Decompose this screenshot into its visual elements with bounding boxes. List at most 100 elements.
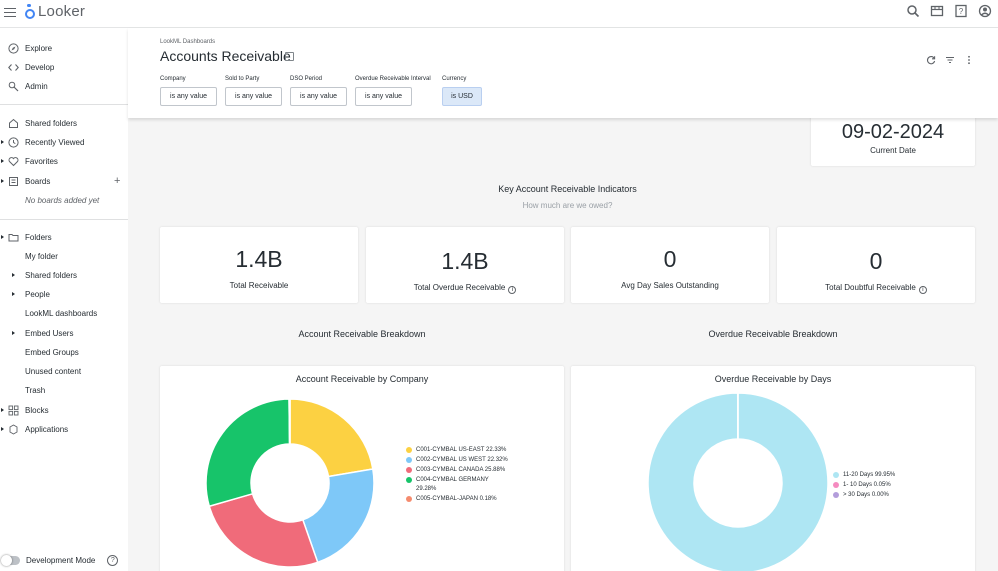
legend-label: C003-CYMBAL CANADA 25.88% [416, 467, 506, 473]
legend-item[interactable]: 11-20 Days 99.95% [833, 471, 895, 480]
search-icon[interactable] [906, 4, 920, 18]
kpi-value: 0 [869, 248, 883, 274]
donut-slice-4[interactable] [205, 398, 291, 508]
marketplace-icon[interactable] [930, 4, 944, 18]
donut-slice-3[interactable] [208, 492, 319, 568]
sidebar-item-favorites[interactable]: Favorites [0, 153, 128, 169]
development-mode-toggle[interactable] [1, 554, 20, 566]
expand-caret-icon[interactable] [12, 331, 15, 335]
filter-overdue-interval-input[interactable]: is any value [355, 87, 412, 106]
sidebar: Explore Develop Admin Shared folders Rec… [0, 28, 128, 571]
sidebar-item-boards[interactable]: Boards + [0, 173, 128, 189]
sidebar-item-recently-viewed[interactable]: Recently Viewed [0, 134, 128, 150]
legend-swatch [833, 472, 839, 478]
code-icon [8, 62, 19, 73]
kpi-value: 0 [663, 246, 677, 272]
legend-swatch [406, 477, 412, 483]
sidebar-item-folders[interactable]: Folders [0, 229, 128, 245]
donut-slice-1[interactable] [289, 398, 374, 478]
sidebar-item-embed-users[interactable]: Embed Users [0, 325, 128, 341]
menu-icon[interactable] [4, 5, 18, 19]
expand-caret-icon[interactable] [1, 159, 4, 163]
legend-item[interactable]: C004-CYMBAL GERMANY 29.28% [406, 476, 510, 493]
legend-swatch [406, 467, 412, 473]
dashboard-header: LookML Dashboards Accounts Receivable Co… [128, 28, 998, 118]
filter-overdue-interval: Overdue Receivable Interval is any value [355, 76, 431, 106]
legend-label: 1- 10 Days 0.05% [843, 482, 891, 488]
sidebar-item-blocks[interactable]: Blocks [0, 402, 128, 418]
page-title: Accounts Receivable [160, 48, 291, 64]
breadcrumb[interactable]: LookML Dashboards [160, 39, 215, 45]
donut-chart-overdue-by-days [647, 392, 829, 571]
filter-company-input[interactable]: is any value [160, 87, 217, 106]
sidebar-item-explore[interactable]: Explore [0, 40, 128, 56]
legend-label: 11-20 Days 99.95% [843, 472, 896, 478]
legend-item[interactable]: > 30 Days 0.00% [833, 491, 895, 500]
refresh-icon[interactable] [926, 52, 936, 65]
legend-label: C005-CYMBAL-JAPAN 0.18% [416, 495, 497, 502]
donut-slice-5[interactable] [288, 398, 291, 445]
sidebar-item-develop[interactable]: Develop [0, 59, 128, 75]
app-name: Looker [38, 3, 86, 20]
kpi-tile-total-receivable: 1.4B Total Receivable [160, 227, 358, 303]
sidebar-item-shared-folders-sub[interactable]: Shared folders [0, 267, 128, 283]
help-circle-icon[interactable]: ? [107, 554, 119, 566]
sidebar-item-embed-groups[interactable]: Embed Groups [0, 344, 128, 360]
expand-caret-icon[interactable] [12, 292, 15, 296]
sidebar-item-shared-folders[interactable]: Shared folders [0, 115, 128, 131]
overdue-breakdown-title: Overdue Receivable Breakdown [708, 329, 838, 339]
more-vertical-icon[interactable] [964, 52, 974, 65]
legend-item[interactable]: C003-CYMBAL CANADA 25.88% [406, 466, 510, 475]
sidebar-item-applications[interactable]: Applications [0, 421, 128, 437]
sidebar-item-admin[interactable]: Admin [0, 78, 128, 94]
clock-icon [8, 136, 19, 148]
filter-dso-period-input[interactable]: is any value [290, 87, 347, 106]
applications-icon [8, 423, 19, 435]
legend-item[interactable]: 1- 10 Days 0.05% [833, 481, 895, 490]
legend-label: > 30 Days 0.00% [843, 492, 889, 498]
legend-item[interactable]: C005-CYMBAL-JAPAN 0.18% [406, 495, 510, 504]
expand-caret-icon[interactable] [1, 235, 4, 239]
copy-icon[interactable] [285, 52, 294, 61]
home-icon [8, 118, 19, 129]
kpi-tile-total-overdue: 1.4B Total Overdue Receivable i [366, 227, 564, 303]
filter-currency-input[interactable]: is USD [442, 87, 482, 106]
looker-logo[interactable]: Looker [24, 3, 85, 20]
chart-tile-overdue-by-days: Overdue Receivable by Days 11-20 Days 99… [571, 366, 975, 571]
kpi-section-title: Key Account Receivable Indicators [498, 184, 637, 194]
dashboard-canvas: 09-02-2024 Current Date Key Account Rece… [128, 112, 998, 571]
info-icon[interactable]: i [508, 286, 517, 294]
help-icon[interactable]: ? [954, 4, 968, 18]
sidebar-item-people[interactable]: People [0, 286, 128, 302]
kpi-label: Total Receivable [229, 281, 289, 290]
sidebar-item-unused-content[interactable]: Unused content [0, 363, 128, 379]
sidebar-item-my-folder[interactable]: My folder [0, 248, 128, 264]
filter-sold-to-party-input[interactable]: is any value [225, 87, 282, 106]
info-icon[interactable]: i [918, 286, 927, 294]
looker-logo-icon [24, 3, 36, 20]
sidebar-item-trash[interactable]: Trash [0, 382, 128, 398]
expand-caret-icon[interactable] [12, 273, 15, 277]
legend-item[interactable]: C001-CYMBAL US-EAST 22.33% [406, 446, 510, 455]
chart-tile-ar-by-company: Account Receivable by Company C001-CYMBA… [160, 366, 564, 571]
admin-icon [8, 81, 19, 92]
boards-empty-message: No boards added yet [25, 195, 100, 205]
chart-legend: C001-CYMBAL US-EAST 22.33% C002-CYMBAL US… [406, 446, 510, 505]
current-date-tile: 09-02-2024 Current Date [811, 112, 975, 166]
sidebar-item-lookml-dashboards[interactable]: LookML dashboards [0, 305, 128, 321]
add-board-icon[interactable]: + [114, 175, 120, 187]
filter-company: Company is any value [160, 76, 217, 106]
filter-icon[interactable] [945, 52, 955, 63]
filter-currency: Currency is USD [442, 76, 482, 106]
kpi-section-subtitle: How much are we owed? [522, 201, 613, 210]
expand-caret-icon[interactable] [1, 179, 4, 183]
account-icon[interactable] [978, 4, 992, 18]
legend-swatch [833, 492, 839, 498]
expand-caret-icon[interactable] [1, 427, 4, 431]
legend-item[interactable]: C002-CYMBAL US WEST 22.32% [406, 456, 510, 465]
expand-caret-icon[interactable] [1, 408, 4, 412]
legend-swatch [406, 495, 412, 502]
board-icon [8, 176, 19, 187]
expand-caret-icon[interactable] [1, 140, 4, 144]
current-date-value: 09-02-2024 [841, 121, 945, 143]
